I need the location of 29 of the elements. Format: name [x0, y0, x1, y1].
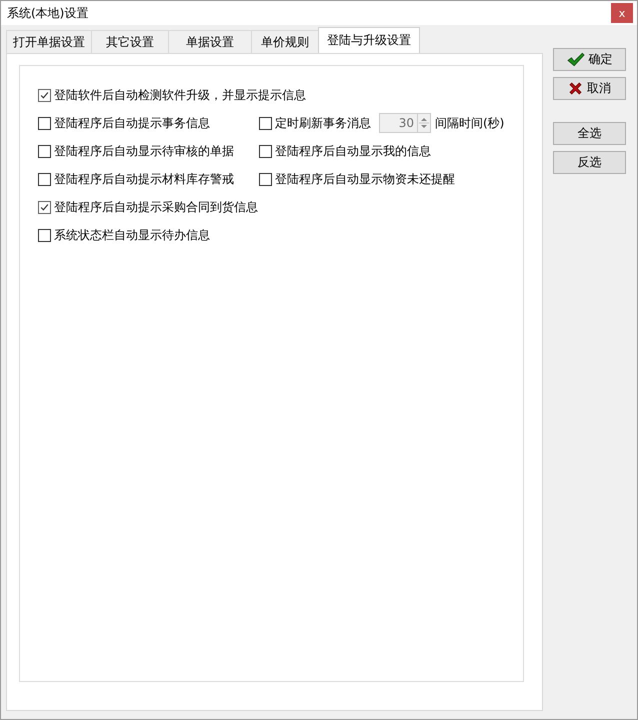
interval-label: 间隔时间(秒) [435, 114, 504, 132]
dialog-button[interactable]: 反选 [553, 151, 626, 174]
checkbox-option[interactable]: 系统状态栏自动显示待办信息 [38, 226, 210, 244]
checkbox-option[interactable]: 登陆程序后自动提示材料库存警戒 [38, 170, 234, 188]
checkbox-option[interactable]: 定时刷新事务消息 [259, 114, 371, 132]
checkbox[interactable] [38, 116, 51, 130]
checkbox[interactable] [38, 172, 51, 186]
checkbox[interactable] [259, 172, 272, 186]
dialog-button[interactable]: 取消 [553, 77, 626, 100]
checkbox-option[interactable]: 登陆程序后自动提示事务信息 [38, 114, 210, 132]
dialog-button[interactable]: 确定 [553, 48, 626, 71]
check-icon [566, 52, 584, 67]
checkbox-option[interactable]: 登陆软件后自动检测软件升级，并显示提示信息 [38, 86, 306, 104]
checkbox-option[interactable]: 登陆程序后自动显示物资未还提醒 [259, 170, 455, 188]
cross-icon [568, 81, 583, 96]
checkbox[interactable] [259, 116, 272, 130]
close-button[interactable]: x [611, 3, 633, 23]
window-title: 系统(本地)设置 [6, 4, 88, 22]
checkbox[interactable] [259, 144, 272, 158]
tab[interactable]: 打开单据设置 [6, 30, 92, 53]
checkbox[interactable] [38, 88, 51, 102]
checkbox-option[interactable]: 登陆程序后自动显示待审核的单据 [38, 142, 234, 160]
checkbox-option[interactable]: 登陆程序后自动显示我的信息 [259, 142, 431, 160]
dialog-button[interactable]: 全选 [553, 122, 626, 145]
checkbox-option[interactable]: 登陆程序后自动提示采购合同到货信息 [38, 198, 258, 216]
tab[interactable]: 登陆与升级设置 [318, 27, 420, 53]
checkbox[interactable] [38, 200, 51, 214]
checkbox[interactable] [38, 144, 51, 158]
checkbox[interactable] [38, 228, 51, 242]
